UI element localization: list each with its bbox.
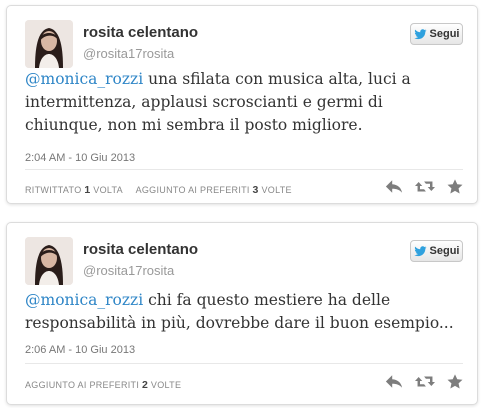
retweet-count[interactable]: 1 <box>84 184 90 196</box>
reply-icon[interactable] <box>385 179 403 194</box>
favorite-count[interactable]: 3 <box>253 184 259 196</box>
mention-link[interactable]: @monica_rozzi <box>25 70 143 88</box>
tweet-text: @monica_rozzi una sfilata con musica alt… <box>25 68 463 137</box>
twitter-bird-icon <box>414 246 427 257</box>
tweet-text: @monica_rozzi chi fa questo mestiere ha … <box>25 289 463 335</box>
user-photo-icon <box>25 237 73 285</box>
avatar[interactable] <box>25 237 73 285</box>
author-handle[interactable]: @rosita17rosita <box>83 263 174 278</box>
author-name[interactable]: rosita celentano <box>83 241 198 258</box>
follow-button[interactable]: Segui <box>410 23 463 45</box>
reply-icon[interactable] <box>385 374 403 389</box>
tweet-stats: Aggiunto ai preferiti 2 volte <box>25 379 181 391</box>
favorite-stat-suffix: volte <box>150 380 182 390</box>
retweet-icon[interactable] <box>415 374 435 389</box>
follow-label: Segui <box>429 28 460 40</box>
tweet-actions <box>385 374 463 389</box>
follow-button[interactable]: Segui <box>410 240 463 262</box>
favorite-icon[interactable] <box>447 374 463 389</box>
author-name[interactable]: rosita celentano <box>83 24 198 41</box>
avatar[interactable] <box>25 20 73 68</box>
tweet-timestamp[interactable]: 2:06 AM - 10 Giu 2013 <box>25 344 135 356</box>
tweet-card: rosita celentano @rosita17rosita Segui @… <box>6 5 478 204</box>
author-handle[interactable]: @rosita17rosita <box>83 46 174 61</box>
favorite-icon[interactable] <box>447 179 463 194</box>
tweet-stats: Ritwittato 1 volta Aggiunto ai preferiti… <box>25 184 292 196</box>
retweet-stat-suffix: volta <box>93 185 123 195</box>
tweet-card: rosita celentano @rosita17rosita Segui @… <box>6 222 478 405</box>
user-photo-icon <box>25 20 73 68</box>
favorite-stat-prefix: Aggiunto ai preferiti <box>135 185 250 195</box>
favorite-stat-suffix: volte <box>261 185 292 195</box>
divider <box>25 363 463 364</box>
divider <box>25 169 463 170</box>
mention-link[interactable]: @monica_rozzi <box>25 291 143 309</box>
twitter-bird-icon <box>414 29 427 40</box>
follow-label: Segui <box>429 245 460 257</box>
favorite-stat-prefix: Aggiunto ai preferiti <box>25 380 140 390</box>
favorite-count[interactable]: 2 <box>142 379 148 391</box>
tweet-actions <box>385 179 463 194</box>
retweet-stat-prefix: Ritwittato <box>25 185 82 195</box>
tweet-timestamp[interactable]: 2:04 AM - 10 Giu 2013 <box>25 152 135 164</box>
retweet-icon[interactable] <box>415 179 435 194</box>
